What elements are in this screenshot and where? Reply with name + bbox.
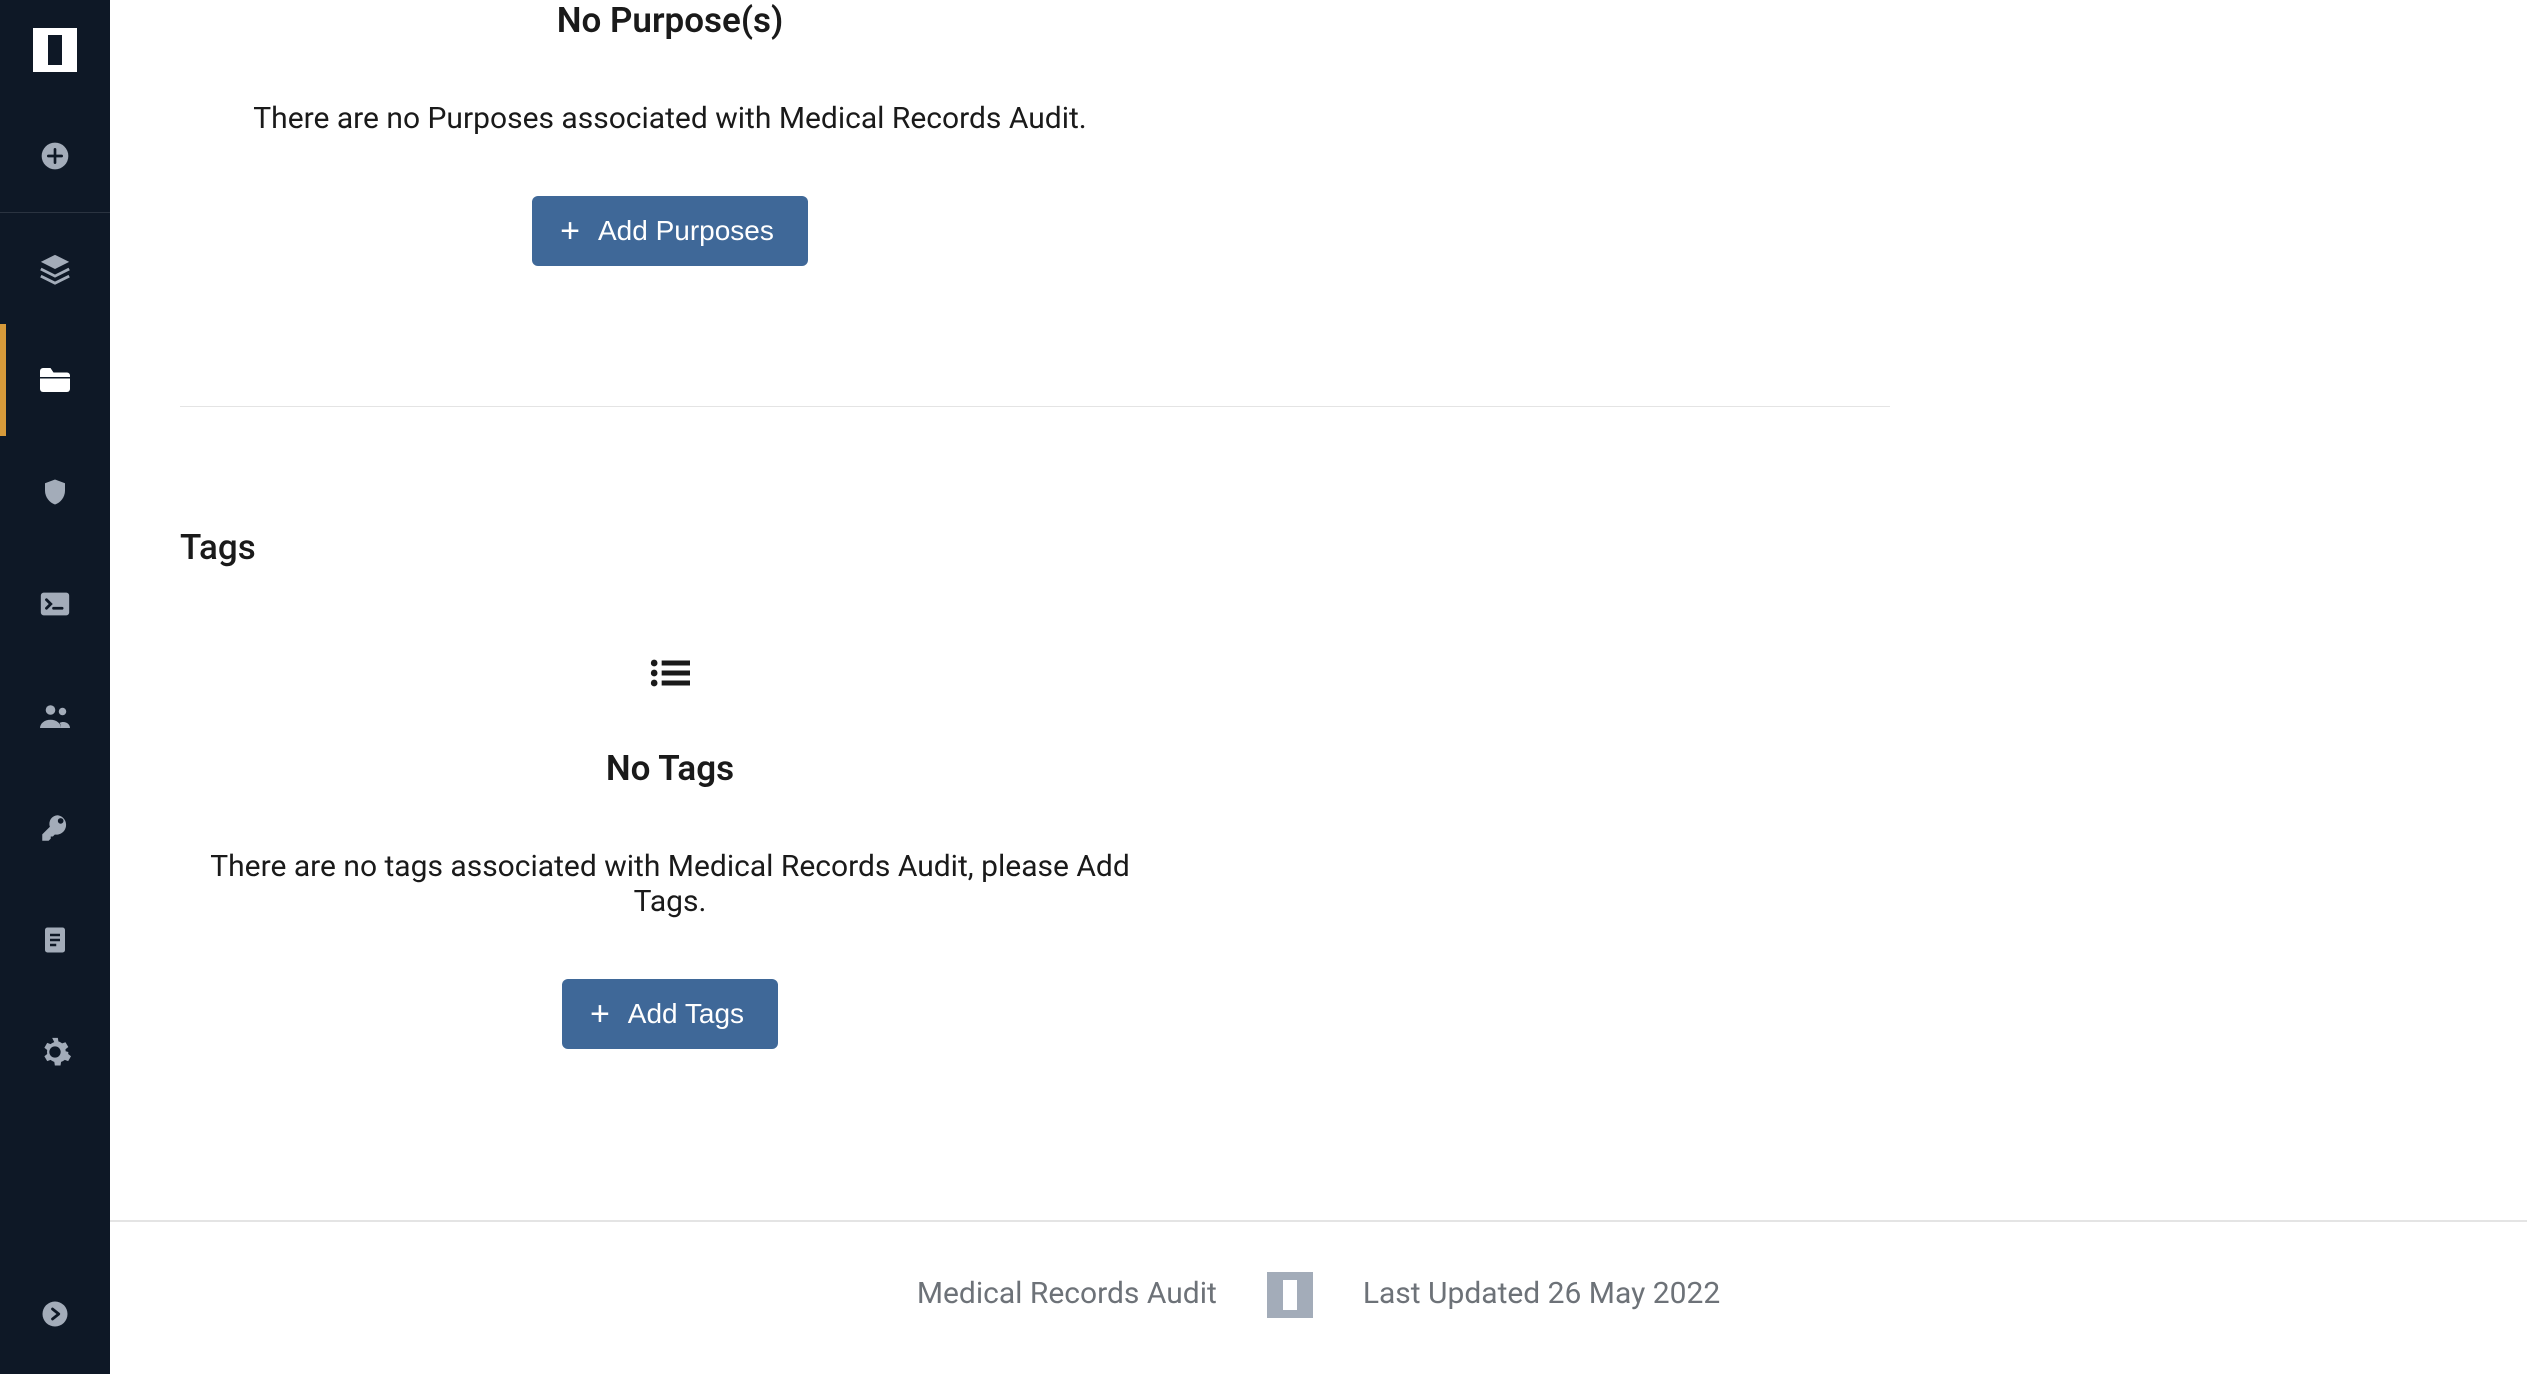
document-icon — [37, 922, 73, 958]
plus-icon: + — [560, 214, 580, 248]
tags-section: Tags No Tags There are no tags associate… — [180, 407, 2457, 1049]
sidebar-item-layers[interactable] — [0, 212, 110, 324]
add-purposes-label: Add Purposes — [598, 215, 774, 247]
plus-circle-icon — [37, 138, 73, 174]
sidebar-item-keys[interactable] — [0, 772, 110, 884]
tags-empty-title: No Tags — [606, 748, 734, 789]
sidebar-item-reports[interactable] — [0, 884, 110, 996]
layers-icon — [37, 251, 73, 287]
arrow-circle-icon — [37, 1296, 73, 1332]
purposes-empty-title: No Purpose(s) — [557, 0, 784, 41]
main-content: No Purpose(s) There are no Purposes asso… — [110, 0, 2527, 1374]
list-icon — [650, 658, 690, 692]
gear-icon — [37, 1034, 73, 1070]
plus-icon: + — [590, 997, 610, 1031]
add-purposes-button[interactable]: + Add Purposes — [532, 196, 808, 266]
add-tags-label: Add Tags — [628, 998, 744, 1030]
purposes-section: No Purpose(s) There are no Purposes asso… — [180, 0, 1890, 407]
key-icon — [37, 810, 73, 846]
footer-project-name: Medical Records Audit — [917, 1276, 1217, 1311]
sidebar-item-add[interactable] — [0, 100, 110, 212]
add-tags-button[interactable]: + Add Tags — [562, 979, 778, 1049]
sidebar-item-security[interactable] — [0, 436, 110, 548]
sidebar-item-users[interactable] — [0, 660, 110, 772]
sidebar-item-next[interactable] — [0, 1274, 110, 1354]
sidebar-item-projects[interactable] — [0, 324, 110, 436]
terminal-icon — [37, 586, 73, 622]
sidebar — [0, 0, 110, 1374]
folder-icon — [37, 362, 73, 398]
tags-heading: Tags — [180, 527, 2457, 568]
logo-wrap — [0, 0, 110, 100]
people-icon — [37, 698, 73, 734]
footer-last-updated: Last Updated 26 May 2022 — [1363, 1276, 1720, 1311]
sidebar-item-console[interactable] — [0, 548, 110, 660]
footer: Medical Records Audit Last Updated 26 Ma… — [110, 1220, 2527, 1374]
purposes-empty-subtitle: There are no Purposes associated with Me… — [253, 101, 1086, 136]
app-logo[interactable] — [33, 28, 77, 72]
tags-empty-subtitle: There are no tags associated with Medica… — [180, 849, 1160, 919]
footer-logo-icon — [1267, 1272, 1313, 1318]
sidebar-item-settings[interactable] — [0, 996, 110, 1108]
shield-icon — [37, 474, 73, 510]
